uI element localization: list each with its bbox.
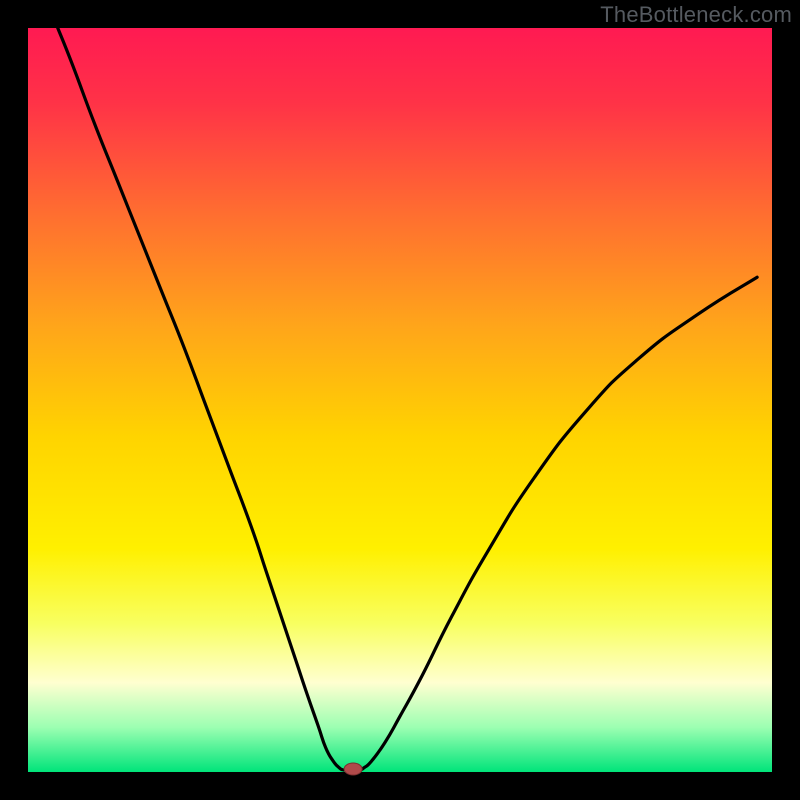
- bottleneck-marker: [344, 763, 362, 775]
- watermark-text: TheBottleneck.com: [600, 2, 792, 28]
- chart-frame: TheBottleneck.com: [0, 0, 800, 800]
- chart-svg: [0, 0, 800, 800]
- gradient-background: [28, 28, 772, 772]
